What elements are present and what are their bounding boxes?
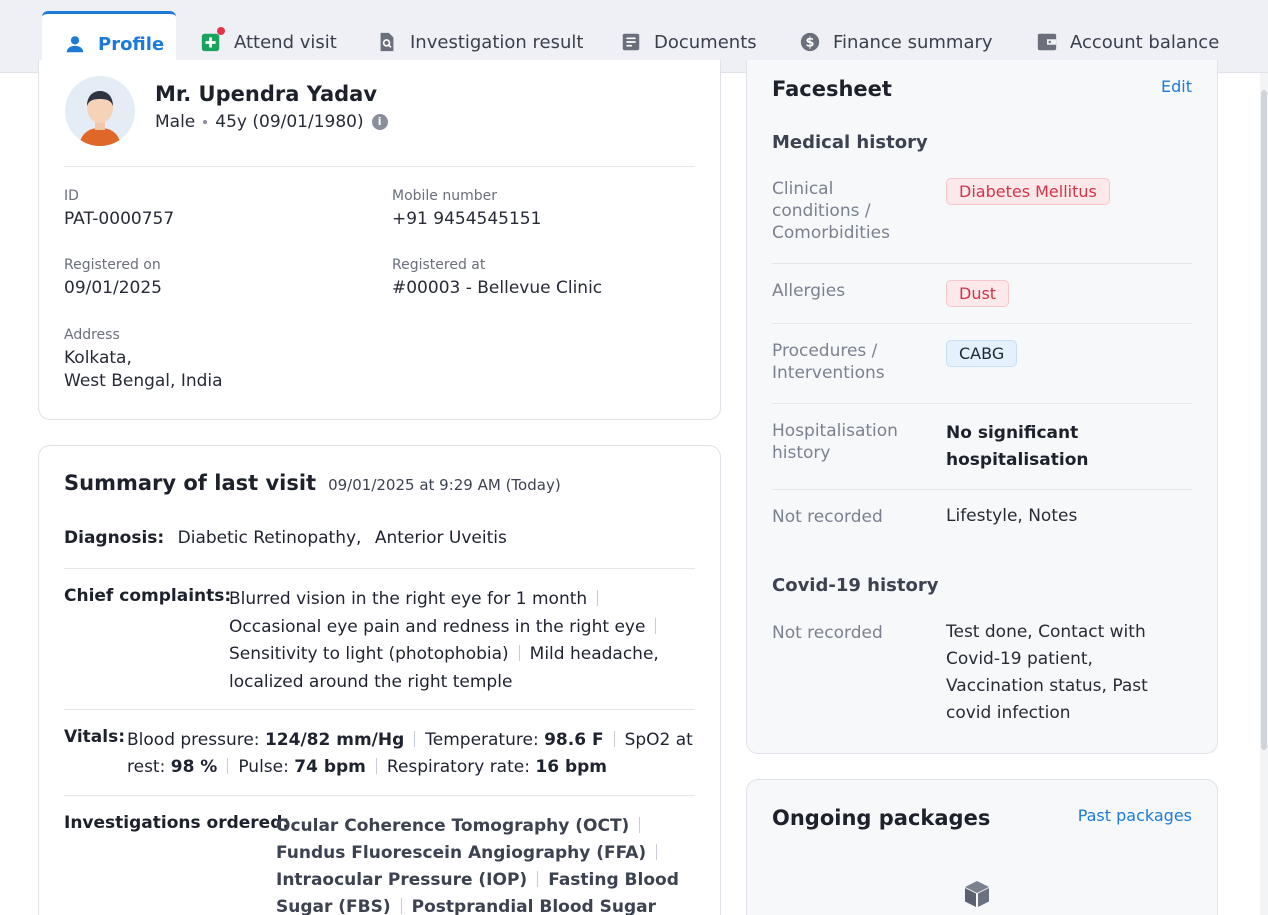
vital-item: Respiratory rate: 16 bpm <box>386 757 608 777</box>
vital-item: Temperature: 98.6 F <box>425 730 604 750</box>
investigation-item: Ocular Coherence Tomography (OCT) <box>276 816 630 836</box>
diagnosis-item: Anterior Uveitis <box>374 528 507 548</box>
tab-label: Finance summary <box>833 31 993 53</box>
diagnosis-item: Diabetic Retinopathy, <box>177 528 362 548</box>
vital-item: Pulse: 74 bpm <box>238 757 366 777</box>
facesheet-row-hospitalisation: Hospitalisation history No significant h… <box>772 420 1192 490</box>
patient-id-field: ID PAT-0000757 <box>64 188 175 229</box>
investigation-item: Sugar (FBS) <box>276 897 391 915</box>
mobile-field: Mobile number +91 9454545151 <box>392 188 542 229</box>
procedure-tag: CABG <box>946 340 1018 367</box>
registered-at: #00003 - Bellevue Clinic <box>392 278 603 298</box>
medical-plus-icon <box>200 27 225 53</box>
allergy-tag: Dust <box>946 280 1010 307</box>
tab-label: Attend visit <box>234 31 337 53</box>
document-icon <box>620 31 642 53</box>
tab-label: Profile <box>98 33 165 55</box>
complaint-item: Occasional eye pain and redness in the r… <box>229 616 646 637</box>
complaint-item: Sensitivity to light (photophobia) <box>229 644 509 664</box>
vitals-row: Vitals: Blood pressure: 124/82 mm/Hg Temp… <box>64 727 695 796</box>
vital-item: rest: 98 % <box>127 757 218 777</box>
registered-at-field: Registered at #00003 - Bellevue Clinic <box>392 257 603 298</box>
facesheet-row-procedures: Procedures / Interventions CABG <box>772 340 1192 404</box>
bullet-separator <box>203 120 208 124</box>
investigation-item: Intraocular Pressure (IOP) <box>276 870 528 890</box>
patient-gender: Male <box>155 112 196 132</box>
box-icon <box>961 878 993 914</box>
patient-name: Mr. Upendra Yadav <box>155 82 378 106</box>
facesheet-row-covid: Not recorded Test done, Contact with Cov… <box>772 622 1148 723</box>
summary-datetime: 09/01/2025 at 9:29 AM (Today) <box>328 476 561 494</box>
ongoing-packages-card: Ongoing packages Past packages <box>746 779 1218 915</box>
address-field: Address Kolkata, West Bengal, India <box>64 327 223 391</box>
patient-id: PAT-0000757 <box>64 209 175 229</box>
complaint-item: Blurred vision in the right eye for 1 mo… <box>229 589 588 609</box>
notification-dot <box>217 27 225 35</box>
patient-age: 45y (09/01/1980) <box>215 112 364 132</box>
investigations-row: Investigations ordered: Ocular Coherence… <box>64 813 679 915</box>
registered-on: 09/01/2025 <box>64 278 162 298</box>
tab-label: Account balance <box>1070 31 1220 53</box>
edit-link[interactable]: Edit <box>1161 77 1192 96</box>
facesheet-row-lifestyle: Not recorded Lifestyle, Notes <box>772 506 1078 527</box>
complaint-item: localized around the right temple <box>229 671 513 692</box>
diagnosis-row: Diagnosis: Diabetic Retinopathy, Anterio… <box>64 528 695 569</box>
dollar-icon: $ <box>799 31 821 53</box>
investigation-item: Fundus Fluorescein Angiography (FFA) <box>276 843 647 863</box>
svg-text:$: $ <box>806 36 815 51</box>
patient-profile-card: Mr. Upendra Yadav Male 45y (09/01/1980) … <box>38 60 721 420</box>
info-icon[interactable]: i <box>371 114 388 130</box>
chief-complaints-row: Chief complaints: Blurred vision in the … <box>64 586 695 710</box>
facesheet-title: Facesheet <box>772 77 892 101</box>
facesheet-card: Facesheet Edit Medical history Clinical … <box>746 60 1218 754</box>
divider <box>64 166 695 167</box>
vital-item: Blood pressure: 124/82 mm/Hg <box>127 730 405 750</box>
registered-on-field: Registered on 09/01/2025 <box>64 257 162 298</box>
packages-title: Ongoing packages <box>772 806 991 830</box>
covid-history-heading: Covid-19 history <box>772 575 939 596</box>
facesheet-row-allergies: Allergies Dust <box>772 280 1192 324</box>
complaint-item: Mild headache, <box>529 644 659 664</box>
last-visit-summary-card: Summary of last visit 09/01/2025 at 9:29… <box>38 445 721 915</box>
investigation-item: Fasting Blood <box>548 870 679 890</box>
investigation-item: Postprandial Blood Sugar <box>411 897 656 915</box>
medical-history-heading: Medical history <box>772 132 928 153</box>
address: Kolkata, West Bengal, India <box>64 348 223 391</box>
condition-tag: Diabetes Mellitus <box>946 178 1110 205</box>
summary-title: Summary of last visit <box>64 471 317 495</box>
avatar <box>65 76 135 146</box>
tab-label: Investigation result <box>410 31 584 53</box>
document-search-icon <box>376 31 398 53</box>
mobile-number: +91 9454545151 <box>392 209 542 229</box>
tab-label: Documents <box>654 31 757 53</box>
patient-demographics: Male 45y (09/01/1980) i <box>155 112 388 132</box>
vital-item: SpO2 at <box>624 730 693 750</box>
scrollbar-thumb[interactable] <box>1261 90 1267 750</box>
wallet-icon <box>1036 31 1058 53</box>
past-packages-link[interactable]: Past packages <box>1078 806 1192 825</box>
facesheet-row-comorbidities: Clinical conditions / Comorbidities Diab… <box>772 178 1192 264</box>
person-icon <box>64 33 86 55</box>
